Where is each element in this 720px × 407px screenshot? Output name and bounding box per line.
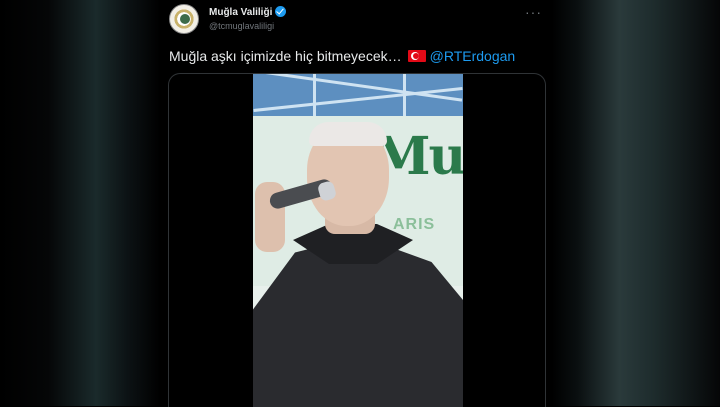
more-options-icon[interactable]: ··· <box>525 4 542 20</box>
mention-link[interactable]: @RTErdogan <box>430 48 516 64</box>
avatar[interactable] <box>169 4 199 34</box>
speaker-hair <box>309 122 387 146</box>
video-player[interactable]: Mu ARIS <box>253 74 463 407</box>
author-name-text: Muğla Valiliği <box>209 7 273 18</box>
media-container[interactable]: Mu ARIS <box>168 73 546 407</box>
verified-badge-icon <box>275 6 287 17</box>
banner-subtext: ARIS <box>393 216 436 233</box>
blurred-background-left <box>0 0 160 406</box>
tweet-body: Muğla aşkı içimizde hiç bitmeyecek… <box>169 48 402 64</box>
tweet-card: Muğla Valiliği @tcmuglavaliligi ··· Muğl… <box>160 0 552 407</box>
turkey-flag-icon <box>407 50 426 62</box>
author-name[interactable]: Muğla Valiliği <box>209 6 287 18</box>
blurred-background-right <box>552 0 720 406</box>
tweet-text: Muğla aşkı içimizde hiç bitmeyecek… @RTEr… <box>169 48 515 64</box>
roof-structure <box>253 74 463 116</box>
emblem-icon <box>180 14 190 24</box>
author-handle[interactable]: @tcmuglavaliligi <box>209 21 274 31</box>
